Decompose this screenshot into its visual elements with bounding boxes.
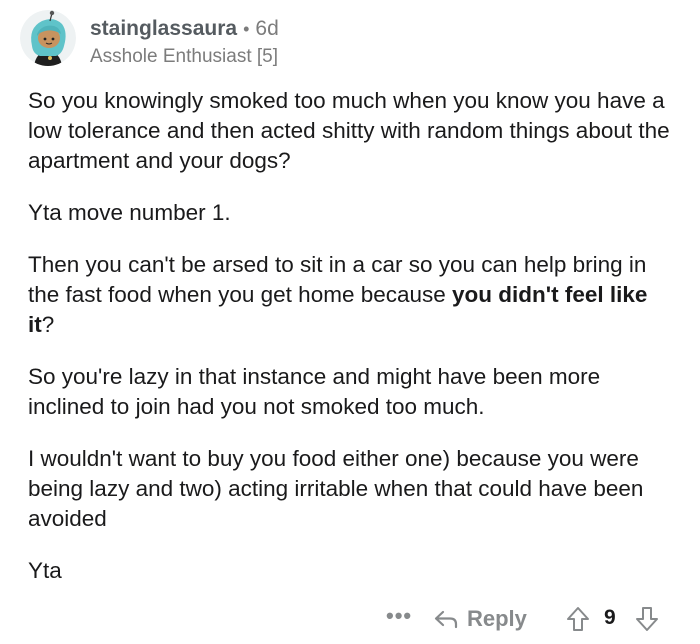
comment-paragraph: So you're lazy in that instance and migh… (28, 362, 678, 422)
paragraph-text: ? (41, 312, 55, 337)
paragraph-text: Yta (28, 558, 62, 583)
downvote-arrow-icon (636, 607, 658, 631)
comment-paragraph: Yta move number 1. (28, 198, 678, 228)
reply-arrow-icon (434, 610, 458, 629)
paragraph-text: So you knowingly smoked too much when yo… (28, 88, 670, 173)
more-options-icon[interactable]: ••• (386, 605, 412, 627)
meta-separator: • (243, 19, 250, 39)
vote-score: 9 (604, 606, 616, 629)
comment-age[interactable]: 6d (255, 16, 278, 42)
user-flair: Asshole Enthusiast [5] (90, 46, 278, 67)
comment-paragraph: Yta (28, 556, 678, 586)
comment-header: stainglassaura • 6d Asshole Enthusiast [… (90, 16, 279, 70)
comment-paragraph: Then you can't be arsed to sit in a car … (28, 250, 678, 340)
comment: stainglassaura • 6d Asshole Enthusiast [… (0, 0, 700, 644)
upvote-button[interactable] (565, 606, 591, 637)
snoo-avatar-icon (20, 10, 76, 66)
comment-actions: ••• Reply 9 (0, 600, 700, 640)
comment-paragraph: So you knowingly smoked too much when yo… (28, 86, 678, 176)
reply-button[interactable]: Reply (433, 600, 527, 638)
reply-label: Reply (467, 606, 527, 631)
paragraph-text: I wouldn't want to buy you food either o… (28, 446, 644, 531)
downvote-button[interactable] (634, 606, 660, 637)
upvote-arrow-icon (567, 607, 589, 631)
avatar[interactable] (20, 10, 76, 66)
author-username[interactable]: stainglassaura (90, 16, 237, 42)
paragraph-text: Yta move number 1. (28, 200, 231, 225)
paragraph-text: So you're lazy in that instance and migh… (28, 364, 601, 419)
author-line: stainglassaura • 6d (90, 16, 279, 42)
comment-paragraph: I wouldn't want to buy you food either o… (28, 444, 678, 534)
comment-body: So you knowingly smoked too much when yo… (28, 86, 678, 608)
